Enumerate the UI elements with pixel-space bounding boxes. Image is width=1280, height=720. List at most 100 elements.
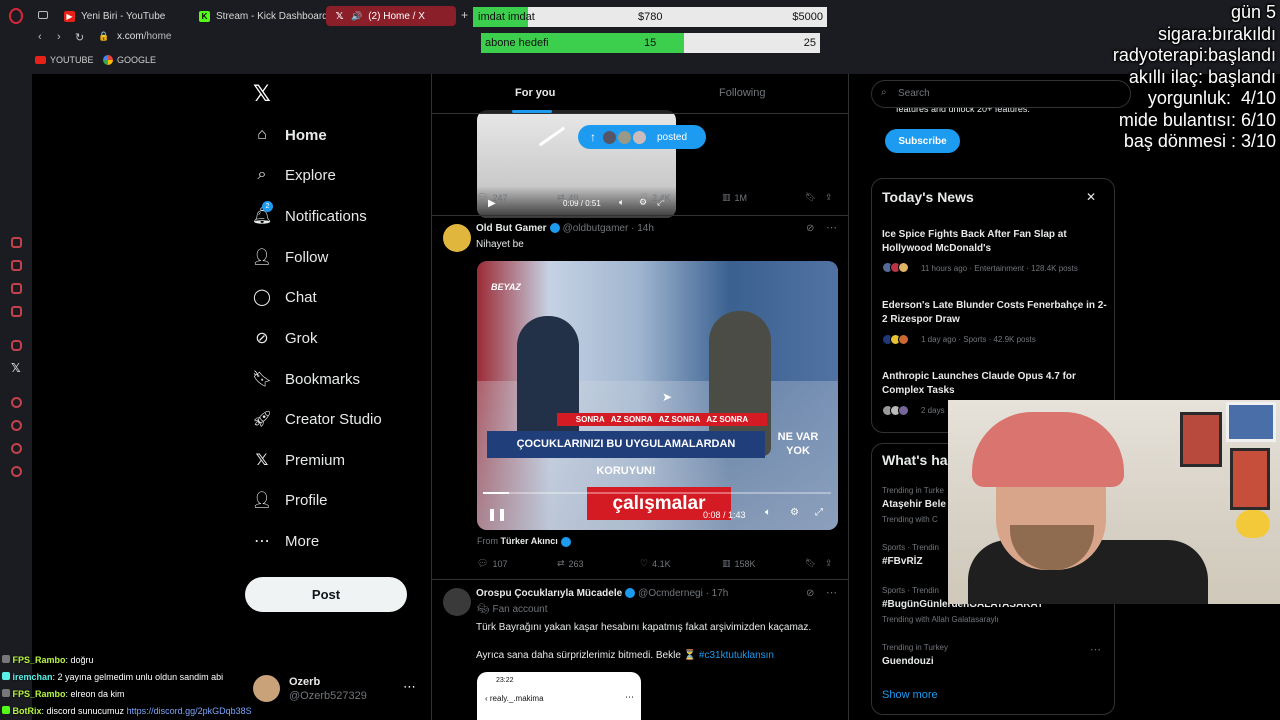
settings-icon[interactable]: ⚙ <box>790 507 799 518</box>
bookmark-icon: 🔖︎ <box>805 558 817 568</box>
verified-icon <box>625 588 636 599</box>
show-more-link[interactable]: Show more <box>882 689 938 701</box>
reply-icon: 💬︎ <box>477 192 489 202</box>
volume-icon[interactable]: 🔈︎ <box>765 507 771 518</box>
progress-bar[interactable] <box>483 492 509 494</box>
forward-button[interactable]: › <box>57 31 61 43</box>
tab-following[interactable]: Following <box>719 87 765 99</box>
news-item-title[interactable]: Ederson's Late Blunder Costs Fenerbahçe … <box>882 299 1107 327</box>
post-button[interactable]: Post <box>245 577 407 612</box>
bookmark-google[interactable]: GOOGLE <box>103 55 156 65</box>
grok-icon[interactable]: ⊘ <box>806 223 814 234</box>
chat-text: : doğru <box>65 655 94 665</box>
chat-user: FPS_Rambo <box>12 689 66 699</box>
back-button[interactable]: ‹ <box>38 31 42 43</box>
bookmark-youtube[interactable]: YOUTUBE <box>35 55 94 65</box>
bookmark-button[interactable]: 🔖︎ <box>805 192 816 203</box>
views-button[interactable]: ▥ 158K <box>722 558 756 569</box>
instagram-icon[interactable] <box>11 340 22 351</box>
opera-logo-icon[interactable] <box>9 8 23 24</box>
close-icon[interactable]: ✕ <box>1086 190 1096 204</box>
tab-youtube[interactable]: ▶ Yeni Biri - YouTube <box>56 6 173 26</box>
posted-pill[interactable]: ↑ posted <box>578 125 706 149</box>
tweet-image[interactable]: 23:22 ‹ realy._.makima ⋯ <box>477 672 641 720</box>
more-options-icon[interactable]: ⋯ <box>826 221 837 234</box>
more-options-icon[interactable]: ⋯ <box>1090 643 1101 656</box>
views-button[interactable]: ▥ 1M <box>722 192 747 203</box>
chat-user: iremchan <box>12 672 53 682</box>
tab-grid-icon[interactable] <box>38 11 48 19</box>
tweet-author[interactable]: Old But Gamer @oldbutgamer · 14h <box>476 223 654 234</box>
video-player[interactable]: BEYAZ SONRA AZ SONRA AZ SONRA AZ SONRA Ç… <box>477 261 838 530</box>
sidebar-app-icon[interactable] <box>11 260 22 271</box>
sidebar-app-icon[interactable] <box>11 283 22 294</box>
nav-more[interactable]: ⋯ More <box>253 532 319 551</box>
nav-premium[interactable]: 𝕏 Premium <box>253 451 345 470</box>
news-title: Today's News <box>882 189 974 205</box>
happening-title: What's ha <box>882 452 948 468</box>
volume-icon[interactable]: 🔈︎ <box>619 197 624 208</box>
tweet-text: Türk Bayrağını yakan kaşar hesabını kapa… <box>476 622 812 633</box>
sidebar-app-icon[interactable] <box>11 443 22 454</box>
avatar <box>253 675 280 702</box>
x-app-icon[interactable]: 𝕏 <box>11 361 21 375</box>
sidebar-app-icon[interactable] <box>11 397 22 408</box>
sidebar-app-icon[interactable] <box>11 420 22 431</box>
tab-kick[interactable]: K Stream - Kick Dashboard <box>191 6 336 26</box>
avatar[interactable] <box>443 588 471 616</box>
reload-button[interactable]: ↻ <box>75 31 84 44</box>
subscribe-button[interactable]: Subscribe <box>885 129 960 153</box>
trend-name[interactable]: Guendouzi <box>882 656 934 667</box>
tab-for-you[interactable]: For you <box>515 87 555 99</box>
sidebar-app-icon[interactable] <box>11 306 22 317</box>
streamer-hat <box>972 412 1124 487</box>
nav-creator-studio[interactable]: 🚀︎ Creator Studio <box>252 410 382 429</box>
news-item-title[interactable]: Anthropic Launches Claude Opus 4.7 for C… <box>882 370 1107 398</box>
like-button[interactable]: ♡ 2.4K <box>640 192 671 203</box>
donation-current: $780 <box>638 11 663 23</box>
bookmark-button[interactable]: 🔖︎ <box>805 558 816 569</box>
repost-button[interactable]: ⇄ 263 <box>557 558 584 569</box>
tweet-author[interactable]: Orospu Çocuklarıyla Mücadele @Ocmdernegi … <box>476 588 728 599</box>
stat-line: radyoterapi:başlandı <box>1112 45 1276 65</box>
nav-notifications[interactable]: 🔔︎ 2 Notifications <box>252 201 367 225</box>
address-bar[interactable]: x.com/home <box>117 31 171 42</box>
more-options-icon[interactable]: ⋯ <box>826 586 837 599</box>
nav-grok[interactable]: ⊘ Grok <box>253 329 317 348</box>
nav-explore[interactable]: ⌕ Explore <box>253 166 336 184</box>
nav-home[interactable]: ⌂ Home <box>253 126 327 144</box>
pause-icon[interactable]: ❚❚ <box>487 507 507 521</box>
video-ticker: SONRA AZ SONRA AZ SONRA AZ SONRA <box>557 413 767 426</box>
new-tab-button[interactable]: + <box>461 8 468 22</box>
avatar[interactable] <box>443 224 471 252</box>
reply-button[interactable]: 💬︎ 107 <box>477 558 507 569</box>
share-button[interactable]: ⇪ <box>825 558 833 569</box>
account-name: Ozerb <box>289 676 321 688</box>
tab-x-home[interactable]: 𝕏 🔊 (2) Home / X <box>326 6 456 26</box>
x-logo-icon[interactable]: 𝕏 <box>253 83 273 105</box>
video-source[interactable]: From Türker Akıncı <box>477 536 574 547</box>
share-button[interactable]: ⇪ <box>825 192 833 203</box>
like-button[interactable]: ♡ 4.1K <box>640 558 671 569</box>
nav-chat[interactable]: ◯ Chat <box>253 288 317 307</box>
grok-icon[interactable]: ⊘ <box>806 588 814 599</box>
settings-icon[interactable] <box>11 466 22 477</box>
trend-name[interactable]: Ataşehir Bele <box>882 499 946 510</box>
trend-name[interactable]: #FBvRİZ <box>882 556 923 567</box>
news-item-title[interactable]: Ice Spice Fights Back After Fan Slap at … <box>882 228 1107 256</box>
nav-follow[interactable]: 👤︎ Follow <box>252 248 329 267</box>
avatar <box>898 334 909 345</box>
chat-icon: ◯ <box>253 289 271 306</box>
lock-icon: 🔒 <box>98 31 110 41</box>
tab-indicator <box>512 110 552 113</box>
more-options-icon[interactable]: ⋯ <box>403 679 416 695</box>
repost-button[interactable]: ⇄ 49 <box>557 192 579 203</box>
nav-profile[interactable]: 👤︎ Profile <box>252 491 328 510</box>
chat-link[interactable]: https://discord.gg/2pkGDqb38S <box>127 706 252 716</box>
chat-text: : elreon da kim <box>65 689 125 699</box>
fullscreen-icon[interactable]: ⤢ <box>815 507 823 518</box>
reply-button[interactable]: 💬︎ 247 <box>477 192 507 203</box>
sidebar-app-icon[interactable] <box>11 237 22 248</box>
nav-bookmarks[interactable]: 🔖︎ Bookmarks <box>252 370 360 389</box>
hashtag-link[interactable]: #c31ktutuklansın <box>699 650 774 661</box>
